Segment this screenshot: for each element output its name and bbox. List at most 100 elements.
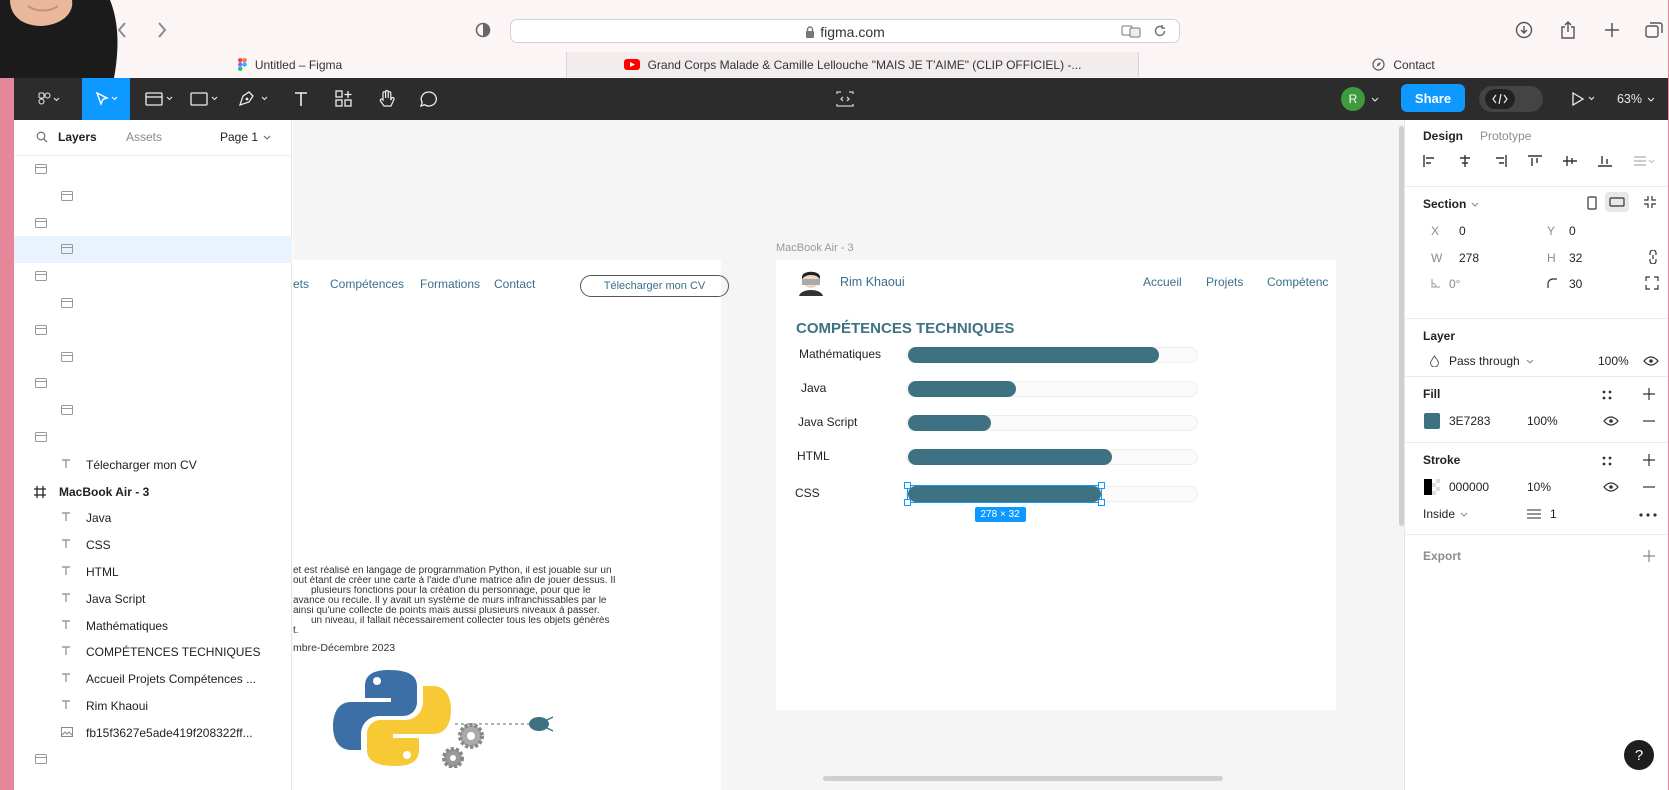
layer-row[interactable]	[14, 397, 292, 424]
collapse-icon[interactable]	[1643, 195, 1657, 209]
nav-link-formations[interactable]: Formations	[420, 277, 480, 291]
tab-contact[interactable]: Contact	[1138, 52, 1668, 77]
stroke-opacity-input[interactable]: 10%	[1527, 480, 1551, 494]
stroke-hex-input[interactable]: 000000	[1449, 480, 1489, 494]
layer-row[interactable]: Télecharger mon CV	[14, 451, 292, 478]
layer-row[interactable]	[14, 317, 292, 344]
design-canvas[interactable]: ets Compétences Formations Contact Télec…	[293, 120, 1404, 790]
layer-row[interactable]: fb15f3627e5ade419f208322ff...	[14, 719, 292, 746]
eye-icon[interactable]	[1603, 416, 1619, 426]
skill-bar-fill[interactable]	[908, 415, 991, 431]
layer-row[interactable]: COMPÉTENCES TECHNIQUES	[14, 638, 292, 665]
layer-row[interactable]: CSS	[14, 531, 292, 558]
python-logo-image[interactable]	[333, 668, 563, 768]
zoom-menu[interactable]: 63%	[1608, 78, 1664, 120]
selection-outline[interactable]	[904, 482, 1105, 506]
constrain-proportions-icon[interactable]	[1649, 250, 1657, 264]
page-selector[interactable]: Page 1	[220, 130, 271, 144]
distribute-icon[interactable]	[1633, 155, 1655, 167]
layer-row-frame[interactable]: MacBook Air - 3	[14, 478, 292, 505]
layer-row[interactable]: Rim Khaoui	[14, 692, 292, 719]
fill-opacity-input[interactable]: 100%	[1527, 414, 1558, 428]
remove-stroke-icon[interactable]	[1643, 486, 1655, 488]
stroke-color-swatch[interactable]	[1424, 479, 1440, 495]
styles-grid-icon[interactable]	[1601, 389, 1613, 401]
rotation-input[interactable]: 0°	[1449, 277, 1460, 291]
hand-tool-icon[interactable]	[370, 78, 404, 120]
user-avatar[interactable]: R	[1336, 78, 1384, 120]
reload-icon[interactable]	[1153, 24, 1167, 38]
skill-label[interactable]: Java	[801, 381, 826, 395]
layer-opacity-input[interactable]: 100%	[1598, 354, 1629, 368]
skill-bar-fill[interactable]	[908, 449, 1112, 465]
resources-icon[interactable]	[328, 78, 360, 120]
layer-row[interactable]	[14, 156, 292, 183]
x-input[interactable]: 0	[1459, 224, 1466, 238]
dev-mode-toggle[interactable]	[1473, 78, 1549, 120]
align-bottom-icon[interactable]	[1598, 155, 1612, 167]
download-cv-button[interactable]: Télecharger mon CV	[580, 275, 729, 297]
blend-mode-dropdown[interactable]: Pass through	[1449, 354, 1534, 368]
present-icon[interactable]	[1564, 78, 1604, 120]
skill-label[interactable]: HTML	[797, 449, 830, 463]
address-bar[interactable]: figma.com	[510, 19, 1180, 43]
layer-row[interactable]	[14, 210, 292, 237]
tab-prototype[interactable]: Prototype	[1480, 129, 1531, 143]
layer-row[interactable]	[14, 344, 292, 371]
layer-row[interactable]: Mathématiques	[14, 612, 292, 639]
privacy-shield-icon[interactable]	[472, 12, 494, 48]
remove-fill-icon[interactable]	[1643, 420, 1655, 422]
frame-tool-icon[interactable]	[139, 78, 179, 120]
resize-handle[interactable]	[904, 482, 911, 489]
tab-design[interactable]: Design	[1423, 129, 1463, 143]
layer-row[interactable]	[14, 183, 292, 210]
portrait-orientation-icon[interactable]	[1587, 196, 1597, 210]
forward-icon[interactable]	[152, 12, 172, 48]
rectangle-tool-icon[interactable]	[184, 78, 224, 120]
new-tab-icon[interactable]	[1601, 12, 1623, 48]
layer-row[interactable]	[14, 263, 292, 290]
main-menu-icon[interactable]	[28, 78, 70, 120]
frame-name-label[interactable]: MacBook Air - 3	[776, 242, 854, 254]
stroke-weight-input[interactable]: 1	[1550, 507, 1557, 521]
nav-link-accueil[interactable]: Accueil	[1143, 275, 1182, 289]
layer-row[interactable]	[14, 746, 292, 773]
layer-row[interactable]: Java Script	[14, 585, 292, 612]
layer-row[interactable]	[14, 424, 292, 451]
download-icon[interactable]	[1513, 12, 1535, 48]
skill-label[interactable]: Java Script	[798, 415, 857, 429]
align-right-icon[interactable]	[1493, 155, 1507, 167]
height-input[interactable]: 32	[1569, 251, 1582, 265]
layer-row[interactable]	[14, 290, 292, 317]
corner-radius-input[interactable]: 30	[1569, 277, 1582, 291]
layer-row[interactable]	[14, 370, 292, 397]
align-top-icon[interactable]	[1528, 155, 1542, 167]
nav-link-projets[interactable]: ets	[293, 277, 309, 291]
dev-mode-file-icon[interactable]	[830, 78, 860, 120]
tab-assets[interactable]: Assets	[126, 130, 162, 144]
skill-label[interactable]: Mathématiques	[799, 347, 881, 361]
horizontal-scrollbar[interactable]	[823, 776, 1223, 781]
nav-link-competences[interactable]: Compétenc	[1267, 275, 1328, 289]
align-center-v-icon[interactable]	[1563, 155, 1577, 167]
resize-handle[interactable]	[904, 499, 911, 506]
comment-tool-icon[interactable]	[412, 78, 446, 120]
nav-link-competences[interactable]: Compétences	[330, 277, 404, 291]
search-icon[interactable]	[36, 131, 48, 143]
page-frame-macbook-air-3[interactable]: Rim Khaoui Accueil Projets Compétenc COM…	[776, 260, 1336, 710]
eye-icon[interactable]	[1643, 356, 1659, 366]
skill-bar-fill[interactable]	[908, 381, 1016, 397]
move-tool-icon[interactable]	[82, 78, 130, 120]
skill-bar-fill[interactable]	[908, 347, 1159, 363]
layer-row[interactable]	[14, 236, 292, 264]
share-page-icon[interactable]	[1557, 12, 1579, 48]
landscape-orientation-icon[interactable]	[1605, 192, 1629, 212]
y-input[interactable]: 0	[1569, 224, 1576, 238]
layer-row[interactable]: HTML	[14, 558, 292, 585]
text-tool-icon[interactable]	[286, 78, 316, 120]
tab-overview-icon[interactable]	[1643, 12, 1665, 48]
add-export-icon[interactable]	[1643, 550, 1655, 562]
align-center-h-icon[interactable]	[1458, 155, 1472, 167]
tab-youtube[interactable]: Grand Corps Malade & Camille Lellouche "…	[566, 52, 1138, 77]
section-type-dropdown[interactable]: Section	[1423, 197, 1479, 211]
